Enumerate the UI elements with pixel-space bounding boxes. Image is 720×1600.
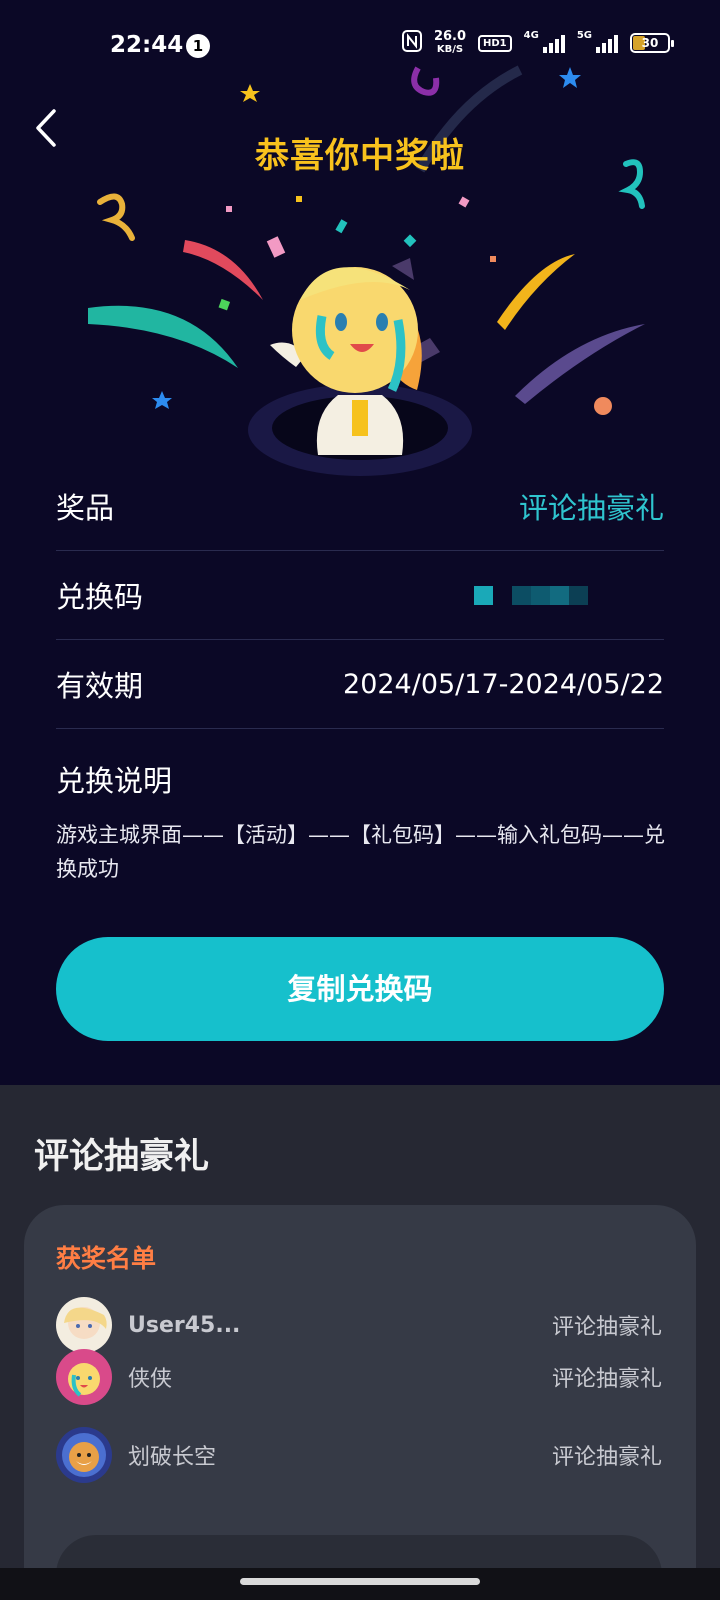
notification-badge: 1 xyxy=(186,34,210,58)
copy-code-button[interactable]: 复制兑换码 xyxy=(56,937,664,1041)
celebration-illustration xyxy=(88,65,645,476)
nfc-icon xyxy=(401,30,422,56)
status-time: 22:44 xyxy=(110,32,184,58)
battery-icon: 30 xyxy=(630,33,674,53)
winner-name: User45... xyxy=(128,1312,241,1338)
signal-icon xyxy=(542,33,565,53)
winner-name: 侠侠 xyxy=(128,1367,173,1392)
avatar xyxy=(56,1349,112,1405)
prize-panel: 22:44 1 26.0 KB/S HD1 4G 5G 30 恭喜你中奖啦 奖品… xyxy=(0,0,720,1085)
list-item[interactable]: User45... 评论抽豪礼 xyxy=(56,1296,662,1354)
winner-prize: 评论抽豪礼 xyxy=(551,1315,662,1340)
winners-card: 获奖名单 User45... 评论抽豪礼 侠侠 评论抽豪礼 划破长空 评论抽豪礼 xyxy=(24,1205,696,1600)
hd-icon: HD1 xyxy=(478,34,512,52)
avatar xyxy=(56,1297,112,1353)
redacted-code xyxy=(474,585,588,605)
prize-label: 奖品 xyxy=(56,491,115,525)
congrats-title: 恭喜你中奖啦 xyxy=(255,136,465,176)
prize-row: 奖品 评论抽豪礼 xyxy=(56,462,664,551)
list-item[interactable]: 侠侠 评论抽豪礼 xyxy=(56,1348,662,1406)
validity-row: 有效期 2024/05/17-2024/05/22 xyxy=(56,640,664,729)
winner-prize: 评论抽豪礼 xyxy=(551,1445,662,1470)
list-item[interactable]: 划破长空 评论抽豪礼 xyxy=(56,1426,662,1484)
instruction-text: 游戏主城界面——【活动】——【礼包码】——输入礼包码——兑换成功 xyxy=(56,823,665,881)
system-nav-bar xyxy=(0,1568,720,1600)
winners-title: 获奖名单 xyxy=(56,1244,157,1273)
prize-details: 奖品 评论抽豪礼 兑换码 有效期 2024/05/17-2024/05/22 xyxy=(56,462,664,729)
network-5g-label: 5G xyxy=(576,30,592,41)
instruction-title: 兑换说明 xyxy=(56,764,173,798)
avatar xyxy=(56,1427,112,1483)
activity-title: 评论抽豪礼 xyxy=(34,1137,210,1177)
net-speed: 26.0 KB/S xyxy=(433,29,467,55)
network-4g-label: 4G xyxy=(523,30,539,41)
winner-prize: 评论抽豪礼 xyxy=(551,1367,662,1392)
validity-label: 有效期 xyxy=(56,669,144,703)
home-indicator[interactable] xyxy=(240,1578,480,1585)
validity-value: 2024/05/17-2024/05/22 xyxy=(343,668,664,700)
winner-name: 划破长空 xyxy=(128,1445,217,1470)
code-label: 兑换码 xyxy=(56,580,144,614)
prize-value: 评论抽豪礼 xyxy=(518,491,664,525)
signal-icon xyxy=(596,33,618,53)
code-row: 兑换码 xyxy=(56,551,664,640)
